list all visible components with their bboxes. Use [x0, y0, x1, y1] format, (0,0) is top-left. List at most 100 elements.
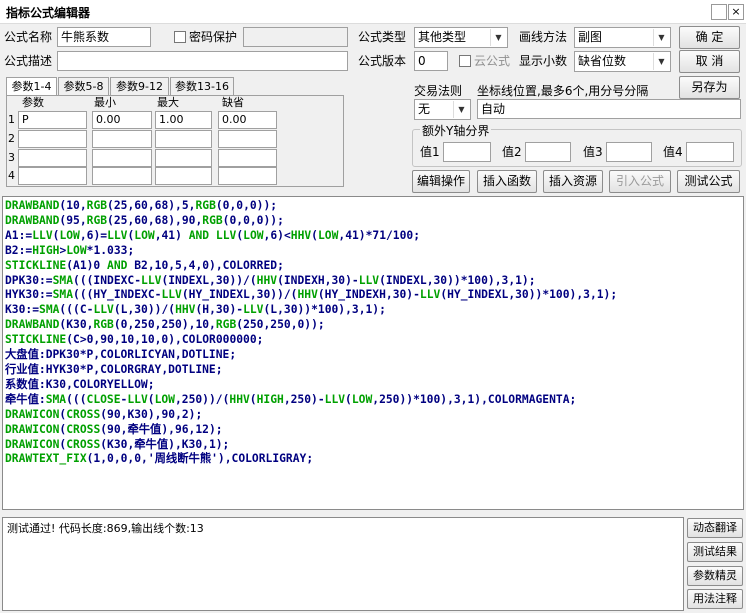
tab-params-5-8[interactable]: 参数5-8	[58, 77, 109, 96]
trade-rule-value: 无	[418, 102, 431, 116]
formula-type-label: 公式类型	[358, 30, 407, 44]
code-line: DRAWBAND(K30,RGB(0,250,250),10,RGB(250,2…	[5, 318, 325, 332]
test-output-box[interactable]: 测试通过! 代码长度:869,输出线个数:13	[2, 517, 684, 611]
coord-line-input[interactable]: 自动	[477, 99, 741, 119]
code-text: DRAWBAND(10,RGB(25,60,68),5,RGB(0,0,0));…	[5, 199, 617, 467]
test-output-text: 测试通过! 代码长度:869,输出线个数:13	[7, 522, 204, 535]
formula-type-value: 其他类型	[418, 30, 467, 44]
coord-line-label: 坐标线位置,最多6个,用分号分隔	[477, 84, 649, 98]
y-value-1-label: 值1	[420, 145, 440, 159]
code-line: 行业值:HYK30*P,COLORGRAY,DOTLINE;	[5, 362, 223, 376]
param-name-cell[interactable]	[18, 167, 87, 185]
formula-version-input[interactable]: 0	[414, 51, 448, 71]
password-checkbox[interactable]	[174, 31, 186, 43]
formula-name-input[interactable]: 牛熊系数	[57, 27, 151, 47]
edit-ops-button[interactable]: 编辑操作	[412, 170, 470, 193]
formula-type-select[interactable]: 其他类型 ▼	[414, 27, 508, 48]
code-line: DPK30:=SMA(((INDEXC-LLV(INDEXL,30))/(HHV…	[5, 273, 536, 287]
param-default-cell[interactable]	[218, 130, 277, 148]
code-line: 系数值:K30,COLORYELLOW;	[5, 377, 155, 391]
param-max-cell[interactable]	[155, 130, 212, 148]
code-line: DRAWICON(CROSS(90,牵牛值),96,12);	[5, 422, 223, 436]
code-line: DRAWTEXT_FIX(1,0,0,0,'周线断牛熊'),COLORLIGRA…	[5, 452, 314, 466]
trade-rule-select[interactable]: 无 ▼	[414, 99, 471, 120]
password-label: 密码保护	[189, 30, 238, 44]
tab-params-13-16[interactable]: 参数13-16	[170, 77, 234, 96]
save-as-button[interactable]: 另存为	[679, 76, 740, 99]
code-line: DRAWICON(CROSS(90,K30),90,2);	[5, 407, 203, 421]
code-line: DRAWBAND(95,RGB(25,60,68),90,RGB(0,0,0))…	[5, 213, 284, 227]
param-row-number: 1	[8, 113, 15, 126]
param-row-number: 3	[8, 151, 15, 164]
test-result-button[interactable]: 测试结果	[687, 542, 743, 562]
param-min-cell[interactable]: 0.00	[92, 111, 152, 129]
chevron-down-icon: ▼	[490, 29, 506, 46]
code-line: K30:=SMA(((C-LLV(L,30))/(HHV(H,30)-LLV(L…	[5, 303, 386, 317]
close-button[interactable]: ×	[728, 4, 744, 20]
param-name-cell[interactable]	[18, 130, 87, 148]
code-line: HYK30:=SMA(((HY_INDEXC-LLV(HY_INDEXL,30)…	[5, 288, 618, 302]
param-max-cell[interactable]	[155, 149, 212, 167]
param-default-cell[interactable]: 0.00	[218, 111, 277, 129]
insert-function-button[interactable]: 插入函数	[477, 170, 537, 193]
y-value-1-input[interactable]	[443, 142, 491, 162]
draw-method-value: 副图	[578, 30, 603, 44]
param-min-cell[interactable]	[92, 167, 152, 185]
draw-method-label: 画线方法	[519, 30, 568, 44]
param-wizard-button[interactable]: 参数精灵	[687, 566, 743, 586]
chevron-down-icon: ▼	[653, 29, 669, 46]
param-min-cell[interactable]	[92, 149, 152, 167]
y-value-4-input[interactable]	[686, 142, 734, 162]
param-name-cell[interactable]	[18, 149, 87, 167]
trade-rule-label: 交易法则	[414, 84, 463, 98]
param-max-cell[interactable]: 1.00	[155, 111, 212, 129]
y-value-2-label: 值2	[502, 145, 522, 159]
draw-method-select[interactable]: 副图 ▼	[574, 27, 671, 48]
formula-version-label: 公式版本	[358, 54, 407, 68]
usage-notes-button[interactable]: 用法注释	[687, 589, 743, 609]
import-formula-button[interactable]: 引入公式	[609, 170, 671, 193]
param-header-min: 最小	[94, 96, 116, 109]
param-header-max: 最大	[157, 96, 179, 109]
decimals-value: 缺省位数	[578, 54, 627, 68]
cloud-formula-checkbox[interactable]	[459, 55, 471, 67]
y-value-3-label: 值3	[583, 145, 603, 159]
y-value-2-input[interactable]	[525, 142, 571, 162]
restore-button[interactable]	[711, 4, 727, 20]
password-input[interactable]	[243, 27, 348, 47]
code-line: STICKLINE(C>0,90,10,10,0),COLOR000000;	[5, 333, 264, 347]
param-header-default: 缺省	[222, 96, 244, 109]
formula-name-label: 公式名称	[4, 30, 53, 44]
param-row-number: 4	[8, 169, 15, 182]
formula-desc-label: 公式描述	[4, 54, 53, 68]
insert-resource-button[interactable]: 插入资源	[543, 170, 603, 193]
param-default-cell[interactable]	[218, 149, 277, 167]
test-formula-button[interactable]: 测试公式	[677, 170, 740, 193]
code-line: STICKLINE(A1)0 AND B2,10,5,4,0),COLORRED…	[5, 258, 284, 272]
param-name-cell[interactable]: P	[18, 111, 87, 129]
code-line: 牵牛值:SMA(((CLOSE-LLV(LOW,250))/(HHV(HIGH,…	[5, 392, 577, 406]
formula-desc-input[interactable]	[57, 51, 348, 71]
chevron-down-icon: ▼	[453, 101, 469, 118]
param-max-cell[interactable]	[155, 167, 212, 185]
decimals-label: 显示小数	[519, 54, 568, 68]
dynamic-translate-button[interactable]: 动态翻译	[687, 518, 743, 538]
param-default-cell[interactable]	[218, 167, 277, 185]
param-min-cell[interactable]	[92, 130, 152, 148]
y-value-3-input[interactable]	[606, 142, 652, 162]
decimals-select[interactable]: 缺省位数 ▼	[574, 51, 671, 72]
tab-params-9-12[interactable]: 参数9-12	[110, 77, 169, 96]
cancel-button[interactable]: 取 消	[679, 50, 740, 73]
code-line: 大盘值:DPK30*P,COLORLICYAN,DOTLINE;	[5, 348, 237, 362]
code-editor[interactable]: DRAWBAND(10,RGB(25,60,68),5,RGB(0,0,0));…	[2, 196, 744, 510]
chevron-down-icon: ▼	[653, 53, 669, 70]
ok-button[interactable]: 确 定	[679, 26, 740, 49]
extra-y-axis-label: 额外Y轴分界	[420, 121, 492, 141]
y-value-4-label: 值4	[663, 145, 683, 159]
param-row-number: 2	[8, 132, 15, 145]
code-line: DRAWBAND(10,RGB(25,60,68),5,RGB(0,0,0));	[5, 199, 278, 212]
tab-params-1-4[interactable]: 参数1-4	[6, 77, 57, 97]
code-line: DRAWICON(CROSS(K30,牵牛值),K30,1);	[5, 437, 230, 451]
code-line: A1:=LLV(LOW,6)=LLV(LOW,41) AND LLV(LOW,6…	[5, 228, 421, 242]
title-bar	[0, 0, 746, 24]
